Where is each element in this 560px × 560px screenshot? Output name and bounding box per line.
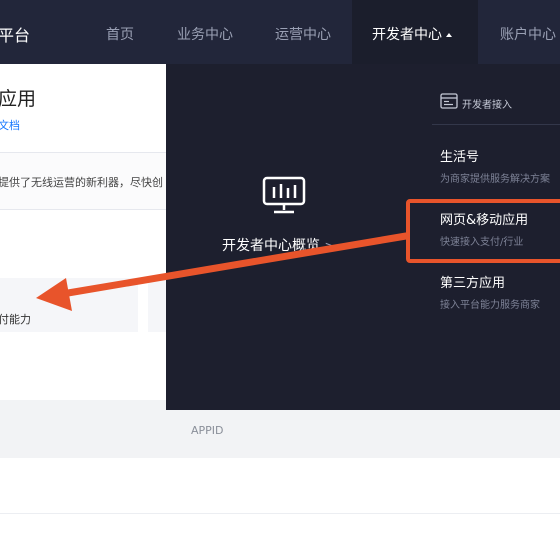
developer-access-icon bbox=[440, 93, 458, 109]
top-nav: 平台 首页 业务中心 运营中心 开发者中心 账户中心 bbox=[0, 0, 560, 64]
nav-home[interactable]: 首页 bbox=[106, 24, 134, 44]
menu-item-life-account[interactable]: 生活号 bbox=[440, 146, 479, 165]
annotation-highlight-box bbox=[406, 199, 560, 263]
nav-account-center[interactable]: 账户中心 bbox=[500, 24, 556, 44]
page-title: 应用 bbox=[0, 88, 37, 110]
caret-up-icon bbox=[446, 33, 452, 37]
menu-item-third-party-app-desc: 接入平台能力服务商家 bbox=[440, 300, 540, 311]
dashboard-icon bbox=[262, 176, 306, 214]
dropdown-divider bbox=[432, 124, 560, 125]
docs-link[interactable]: 文档 bbox=[0, 117, 20, 133]
developer-overview-link[interactable]: 开发者中心概览 > bbox=[222, 235, 335, 255]
capability-card-secondary[interactable] bbox=[148, 278, 166, 332]
nav-developer-center[interactable]: 开发者中心 bbox=[372, 24, 452, 44]
menu-item-life-account-desc: 为商家提供服务解决方案 bbox=[440, 174, 550, 185]
nav-business-center[interactable]: 业务中心 bbox=[177, 24, 233, 44]
capability-card-label: 付能力 bbox=[0, 313, 31, 326]
developer-overview-label: 开发者中心概览 bbox=[222, 238, 320, 254]
brand-title: 平台 bbox=[0, 26, 31, 45]
divider bbox=[0, 513, 560, 514]
nav-developer-center-label: 开发者中心 bbox=[372, 27, 442, 43]
developer-access-link[interactable]: 开发者接入 bbox=[462, 96, 512, 111]
menu-item-third-party-app[interactable]: 第三方应用 bbox=[440, 272, 505, 291]
appid-column-header: APPID bbox=[191, 424, 224, 437]
notice-text: 提供了无线运营的新利器，尽快创 bbox=[0, 176, 163, 189]
chevron-right-icon: > bbox=[324, 239, 335, 253]
nav-operations-center[interactable]: 运营中心 bbox=[275, 24, 331, 44]
